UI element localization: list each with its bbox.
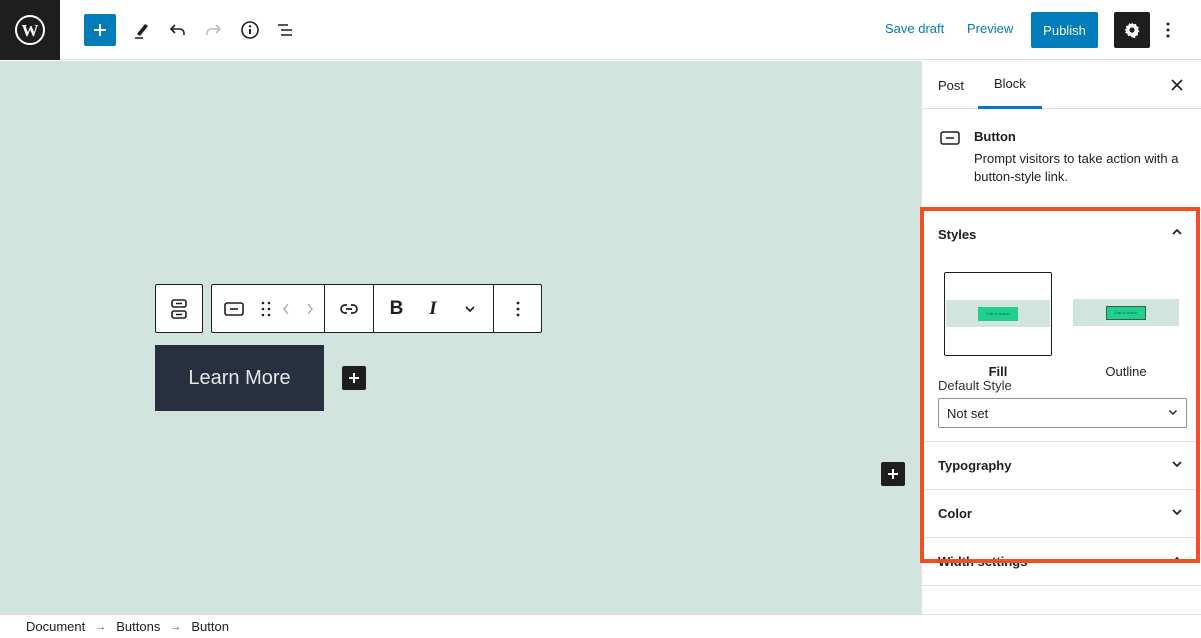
drag-handle-icon: [261, 301, 271, 316]
chevron-down-icon: [1172, 509, 1182, 516]
toolbar-main: B I: [211, 284, 542, 333]
settings-button[interactable]: [1114, 12, 1150, 48]
list-view-button[interactable]: [270, 14, 302, 46]
add-block-button[interactable]: [84, 14, 116, 46]
tab-block[interactable]: Block: [978, 61, 1042, 109]
color-panel-title: Color: [938, 506, 972, 521]
plus-icon: [888, 469, 898, 479]
default-style-label: Default Style: [938, 378, 1012, 393]
italic-icon: I: [429, 297, 437, 319]
block-card: Button Prompt visitors to take action wi…: [922, 109, 1201, 209]
inline-add-block-button[interactable]: [342, 366, 366, 390]
style-option-fill[interactable]: Call to Action Fill: [944, 272, 1052, 379]
style-label-fill: Fill: [988, 364, 1008, 379]
tab-post[interactable]: Post: [922, 61, 980, 109]
drag-handle[interactable]: [256, 285, 276, 332]
chevron-down-icon: [465, 305, 475, 312]
preview-button[interactable]: Preview: [967, 21, 1013, 36]
chevron-up-icon: [1172, 556, 1182, 563]
undo-button[interactable]: [162, 14, 194, 46]
move-right-button[interactable]: [296, 285, 324, 332]
append-block-button[interactable]: [881, 462, 905, 486]
width-settings-panel-toggle[interactable]: Width settings: [922, 538, 1201, 586]
plus-icon: [349, 373, 359, 383]
bold-button[interactable]: B: [373, 285, 419, 332]
learn-more-button-block[interactable]: Learn More: [155, 345, 324, 411]
bold-icon: B: [389, 297, 404, 319]
undo-icon: [169, 24, 185, 35]
link-icon: [340, 303, 358, 314]
block-title: Button: [974, 129, 1016, 144]
width-settings-panel-title: Width settings: [938, 554, 1028, 569]
wordpress-icon: W: [15, 15, 45, 45]
toolbar-group-parent: [155, 284, 203, 333]
close-icon: [1171, 79, 1183, 91]
list-view-icon: [278, 24, 292, 36]
redo-button[interactable]: [197, 14, 229, 46]
block-description: Prompt visitors to take action with a bu…: [974, 151, 1179, 184]
gear-icon: [1124, 22, 1140, 39]
editor-header: W Save draft Preview Publish: [0, 0, 1201, 60]
info-icon: [241, 21, 259, 39]
more-rich-text-button[interactable]: [447, 285, 493, 332]
default-style-select[interactable]: Not set: [938, 398, 1187, 428]
style-preview-outline: Call to Action: [1072, 272, 1180, 356]
block-toolbar: B I: [155, 284, 542, 333]
breadcrumb-button: Button: [191, 619, 229, 634]
sidebar-tabs: Post Block: [922, 61, 1201, 109]
publish-button[interactable]: Publish: [1031, 12, 1098, 48]
style-option-outline[interactable]: Call to Action Outline: [1072, 272, 1180, 379]
breadcrumb-buttons[interactable]: Buttons: [116, 619, 160, 634]
settings-sidebar: Post Block Button Prompt visitors to tak…: [920, 61, 1201, 614]
more-options-button[interactable]: [1158, 14, 1178, 46]
select-parent-button[interactable]: [156, 285, 202, 332]
button-block-icon: [940, 131, 960, 150]
preview-button-text: Call to Action: [1106, 305, 1146, 320]
link-button[interactable]: [324, 285, 373, 332]
close-sidebar-button[interactable]: [1167, 75, 1187, 95]
breadcrumb-separator: →: [95, 620, 107, 633]
tools-button[interactable]: [126, 14, 158, 46]
italic-button[interactable]: I: [419, 285, 447, 332]
chevron-left-icon: [283, 303, 289, 314]
block-type-button[interactable]: [212, 285, 256, 332]
block-breadcrumb: Document → Buttons → Button: [0, 614, 1201, 638]
editor-canvas[interactable]: B I Learn More: [0, 61, 921, 614]
details-button[interactable]: [234, 14, 266, 46]
button-block-icon: [224, 301, 244, 316]
more-vertical-icon: [516, 301, 519, 316]
styles-panel-body: Call to Action Fill Call to Action Outli…: [922, 258, 1201, 442]
color-panel-toggle[interactable]: Color: [922, 490, 1201, 538]
move-left-button[interactable]: [276, 285, 296, 332]
styles-panel-title: Styles: [938, 226, 977, 242]
block-options-button[interactable]: [493, 285, 541, 332]
buttons-block-icon: [171, 298, 187, 319]
svg-text:W: W: [22, 21, 39, 40]
plus-icon: [94, 24, 106, 36]
default-style-value: Not set: [947, 405, 989, 421]
chevron-down-icon: [1172, 461, 1182, 468]
more-vertical-icon: [1166, 22, 1170, 38]
save-draft-button[interactable]: Save draft: [885, 21, 944, 36]
breadcrumb-separator: →: [170, 620, 182, 633]
styles-panel-toggle[interactable]: Styles: [922, 210, 1201, 258]
breadcrumb-document[interactable]: Document: [26, 619, 85, 634]
style-label-outline: Outline: [1105, 364, 1147, 379]
pencil-icon: [135, 24, 148, 39]
typography-panel-toggle[interactable]: Typography: [922, 442, 1201, 490]
chevron-down-icon: [1169, 410, 1177, 415]
preview-button-text: Call to Action: [978, 306, 1018, 321]
chevron-right-icon: [307, 303, 313, 314]
style-preview-fill: Call to Action: [944, 272, 1052, 356]
chevron-up-icon: [1172, 228, 1182, 235]
redo-icon: [206, 24, 222, 35]
wordpress-logo[interactable]: W: [0, 0, 60, 60]
typography-panel-title: Typography: [938, 458, 1012, 473]
